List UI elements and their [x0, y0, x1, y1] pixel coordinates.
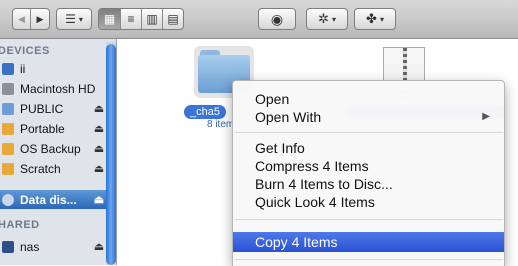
- sidebar-item-portable[interactable]: Portable ⏏: [0, 119, 116, 138]
- submenu-arrow-icon: ▶: [482, 111, 490, 122]
- external-drive-icon: [2, 162, 14, 175]
- quick-look-button[interactable]: ◉: [258, 8, 296, 30]
- network-server-icon: [2, 240, 14, 253]
- finder-toolbar: ◀ ▶ ☰ ▾ ▦ ≡ ▥ ▤ ◉ ✲ ▾ ✤ ▾: [0, 0, 518, 39]
- sidebar-item-label: Data dis...: [20, 192, 77, 207]
- eject-icon[interactable]: ⏏: [92, 240, 106, 253]
- sidebar-section-devices: DEVICES: [0, 45, 50, 57]
- disk-icon: [2, 193, 14, 206]
- eject-icon[interactable]: ⏏: [92, 162, 106, 175]
- menu-item-open[interactable]: Open: [233, 90, 504, 108]
- menu-separator: [234, 219, 503, 220]
- external-drive-icon: [2, 122, 14, 135]
- sidebar-item-nas[interactable]: nas ⏏: [0, 237, 116, 256]
- menu-item-burn[interactable]: Burn 4 Items to Disc...: [233, 175, 504, 193]
- arrange-icon: ☰: [65, 12, 76, 26]
- sidebar-item-data-disk[interactable]: Data dis... ⏏: [0, 190, 116, 209]
- menu-item-compress[interactable]: Compress 4 Items: [233, 157, 504, 175]
- network-drive-icon: [2, 102, 14, 115]
- sidebar-item-macintosh-hd[interactable]: Macintosh HD: [0, 79, 116, 98]
- sidebar-item-label: PUBLIC: [20, 101, 64, 116]
- menu-item-get-info[interactable]: Get Info: [233, 139, 504, 157]
- column-view-button[interactable]: ▥: [142, 9, 163, 29]
- sidebar-section-shared: HARED: [0, 219, 40, 231]
- action-menu-button[interactable]: ✲ ▾: [306, 8, 348, 30]
- chevron-down-icon: ▾: [78, 14, 83, 24]
- sidebar-item-os-backup[interactable]: OS Backup ⏏: [0, 139, 116, 158]
- view-mode-control: ▦ ≡ ▥ ▤: [98, 8, 184, 30]
- file-item-count: 8 item: [207, 119, 235, 130]
- menu-separator: [234, 259, 503, 260]
- share-menu-button[interactable]: ✤ ▾: [354, 8, 396, 30]
- sidebar-item-label: Macintosh HD: [20, 81, 96, 96]
- computer-icon: [2, 62, 14, 75]
- sidebar-item-label: OS Backup: [20, 141, 81, 156]
- context-menu: Open Open With ▶ Get Info Compress 4 Ite…: [232, 80, 505, 266]
- eject-icon[interactable]: ⏏: [92, 193, 106, 206]
- hard-drive-icon: [2, 82, 14, 95]
- icon-view-button[interactable]: ▦: [99, 9, 121, 29]
- file-name-label[interactable]: _cha5: [184, 105, 226, 119]
- sidebar-item-label: Scratch: [20, 161, 61, 176]
- eye-icon: ◉: [270, 10, 284, 27]
- menu-item-label: Open With: [255, 109, 322, 125]
- eject-icon[interactable]: ⏏: [92, 102, 106, 115]
- cover-flow-button[interactable]: ▤: [163, 9, 183, 29]
- menu-item-copy[interactable]: Copy 4 Items: [233, 232, 504, 252]
- forward-button[interactable]: ▶: [31, 9, 49, 29]
- sidebar-scrollbar-thumb[interactable]: [106, 44, 116, 265]
- external-drive-icon: [2, 142, 14, 155]
- sidebar-item-label: nas: [20, 239, 40, 254]
- menu-item-quick-look[interactable]: Quick Look 4 Items: [233, 193, 504, 211]
- gear-icon: ✲: [318, 11, 329, 26]
- sidebar-item-scratch[interactable]: Scratch ⏏: [0, 159, 116, 178]
- eject-icon[interactable]: ⏏: [92, 122, 106, 135]
- share-icon: ✤: [366, 11, 377, 26]
- menu-separator: [234, 132, 503, 133]
- sidebar-item-label: ii: [20, 61, 26, 76]
- chevron-down-icon: ▾: [379, 14, 384, 24]
- sidebar-item-label: Portable: [20, 121, 65, 136]
- back-button[interactable]: ◀: [13, 9, 31, 29]
- sidebar: DEVICES ii Macintosh HD PUBLIC ⏏ Portabl…: [0, 39, 117, 265]
- back-forward-control: ◀ ▶: [12, 8, 50, 30]
- eject-icon[interactable]: ⏏: [92, 142, 106, 155]
- arrange-menu-button[interactable]: ☰ ▾: [56, 8, 92, 30]
- sidebar-item-ii[interactable]: ii: [0, 59, 116, 78]
- chevron-down-icon: ▾: [331, 14, 336, 24]
- list-view-button[interactable]: ≡: [121, 9, 142, 29]
- menu-item-open-with[interactable]: Open With ▶: [233, 108, 504, 126]
- sidebar-item-public[interactable]: PUBLIC ⏏: [0, 99, 116, 118]
